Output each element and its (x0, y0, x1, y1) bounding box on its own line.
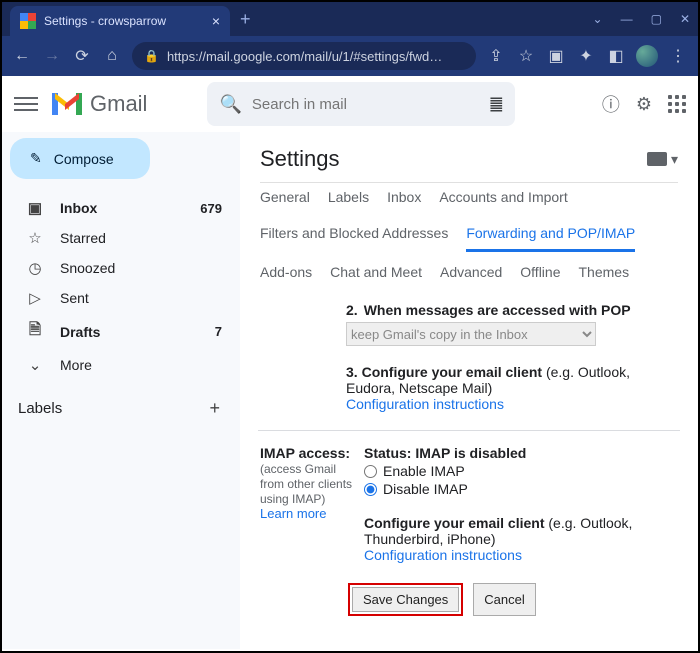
search-icon[interactable]: 🔍 (219, 94, 241, 115)
enable-imap-radio[interactable]: Enable IMAP (364, 463, 678, 479)
disable-imap-radio[interactable]: Disable IMAP (364, 481, 678, 497)
tab-themes[interactable]: Themes (579, 264, 630, 288)
sidebar-item-sent[interactable]: ▷Sent (10, 283, 232, 313)
labels-header: Labels + (10, 380, 232, 419)
tab-labels[interactable]: Labels (328, 189, 369, 213)
pop-config-link[interactable]: Configuration instructions (346, 396, 504, 412)
tab-general[interactable]: General (260, 189, 310, 213)
sidebar: ✎ Compose ▣Inbox679 ☆Starred ◷Snoozed ▷S… (2, 132, 240, 649)
chevron-down-icon: ⌄ (26, 356, 44, 374)
imap-status: Status: IMAP is disabled (364, 445, 678, 461)
page-title: Settings (260, 146, 340, 172)
lock-icon: 🔒 (144, 49, 159, 63)
add-label-icon[interactable]: + (209, 398, 220, 419)
gmail-header: Gmail 🔍 ䷀ ⓘ ⚙ (2, 76, 698, 132)
compose-button[interactable]: ✎ Compose (10, 138, 150, 179)
sidebar-item-snoozed[interactable]: ◷Snoozed (10, 253, 232, 283)
cancel-button[interactable]: Cancel (473, 583, 535, 616)
tab-offline[interactable]: Offline (520, 264, 560, 288)
keyboard-icon (647, 152, 667, 166)
gmail-brand[interactable]: Gmail (52, 91, 147, 117)
maximize-icon[interactable]: ▢ (651, 12, 662, 26)
file-icon: 🗎 (26, 319, 44, 344)
sidebar-item-starred[interactable]: ☆Starred (10, 223, 232, 253)
search-box[interactable]: 🔍 ䷀ (207, 82, 515, 126)
back-icon[interactable]: ← (12, 47, 32, 65)
pop-section: 2.When messages are accessed with POP ke… (260, 302, 678, 412)
tab-title: Settings - crowsparrow (44, 14, 206, 28)
forward-icon[interactable]: → (42, 47, 62, 65)
gmail-logo-icon (52, 93, 82, 115)
browser-chrome: Settings - crowsparrow × + ⌄ — ▢ ✕ ← → ⟳… (2, 2, 698, 76)
tab-chat[interactable]: Chat and Meet (330, 264, 422, 288)
new-tab-button[interactable]: + (240, 9, 251, 30)
search-input[interactable] (252, 96, 479, 113)
tab-forwarding[interactable]: Forwarding and POP/IMAP (466, 225, 635, 252)
gear-icon[interactable]: ⚙ (636, 94, 652, 115)
sidebar-item-drafts[interactable]: 🗎Drafts7 (10, 313, 232, 350)
url-text: https://mail.google.com/mail/u/1/#settin… (167, 49, 442, 64)
compose-label: Compose (54, 151, 114, 167)
input-tool-button[interactable]: ▾ (647, 151, 678, 168)
save-highlight: Save Changes (348, 583, 463, 616)
sidebar-item-inbox[interactable]: ▣Inbox679 (10, 193, 232, 223)
tune-icon[interactable]: ䷀ (489, 94, 503, 114)
clock-icon: ◷ (26, 259, 44, 277)
chevron-down-icon[interactable]: ⌄ (593, 12, 603, 26)
home-icon[interactable]: ⌂ (102, 47, 122, 65)
reload-icon[interactable]: ⟳ (72, 46, 92, 66)
save-button[interactable]: Save Changes (352, 587, 459, 612)
sidepanel-icon[interactable]: ◧ (606, 46, 626, 66)
caret-down-icon: ▾ (671, 151, 678, 168)
gmail-favicon (20, 13, 36, 29)
sidebar-item-more[interactable]: ⌄More (10, 350, 232, 380)
apps-grid-icon[interactable] (668, 95, 686, 113)
imap-section: IMAP access: (access Gmail from other cl… (260, 445, 678, 563)
tab-advanced[interactable]: Advanced (440, 264, 502, 288)
settings-main: Settings ▾ General Labels Inbox Accounts… (240, 132, 698, 649)
minimize-icon[interactable]: — (621, 12, 633, 26)
tab-inbox[interactable]: Inbox (387, 189, 421, 213)
extensions-icon[interactable]: ✦ (576, 46, 596, 66)
pop-action-select[interactable]: keep Gmail's copy in the Inbox (346, 322, 596, 346)
help-icon[interactable]: ⓘ (602, 91, 620, 117)
imap-learn-more-link[interactable]: Learn more (260, 506, 326, 521)
tab-filters[interactable]: Filters and Blocked Addresses (260, 225, 448, 252)
profile-avatar[interactable] (636, 45, 658, 67)
cast-icon[interactable]: ▣ (546, 46, 566, 66)
share-icon[interactable]: ⇪ (486, 46, 506, 66)
tab-accounts[interactable]: Accounts and Import (439, 189, 567, 213)
close-icon[interactable]: × (212, 13, 220, 29)
brand-text: Gmail (90, 91, 147, 117)
star-icon: ☆ (26, 229, 44, 247)
window-close-icon[interactable]: ✕ (680, 12, 690, 26)
tab-addons[interactable]: Add-ons (260, 264, 312, 288)
browser-tab[interactable]: Settings - crowsparrow × (10, 6, 230, 36)
pencil-icon: ✎ (30, 150, 42, 167)
imap-config-link[interactable]: Configuration instructions (364, 547, 522, 563)
address-bar[interactable]: 🔒 https://mail.google.com/mail/u/1/#sett… (132, 42, 476, 70)
kebab-icon[interactable]: ⋮ (668, 46, 688, 66)
hamburger-icon[interactable] (14, 92, 38, 116)
send-icon: ▷ (26, 289, 44, 307)
inbox-icon: ▣ (26, 199, 44, 217)
star-icon[interactable]: ☆ (516, 46, 536, 66)
